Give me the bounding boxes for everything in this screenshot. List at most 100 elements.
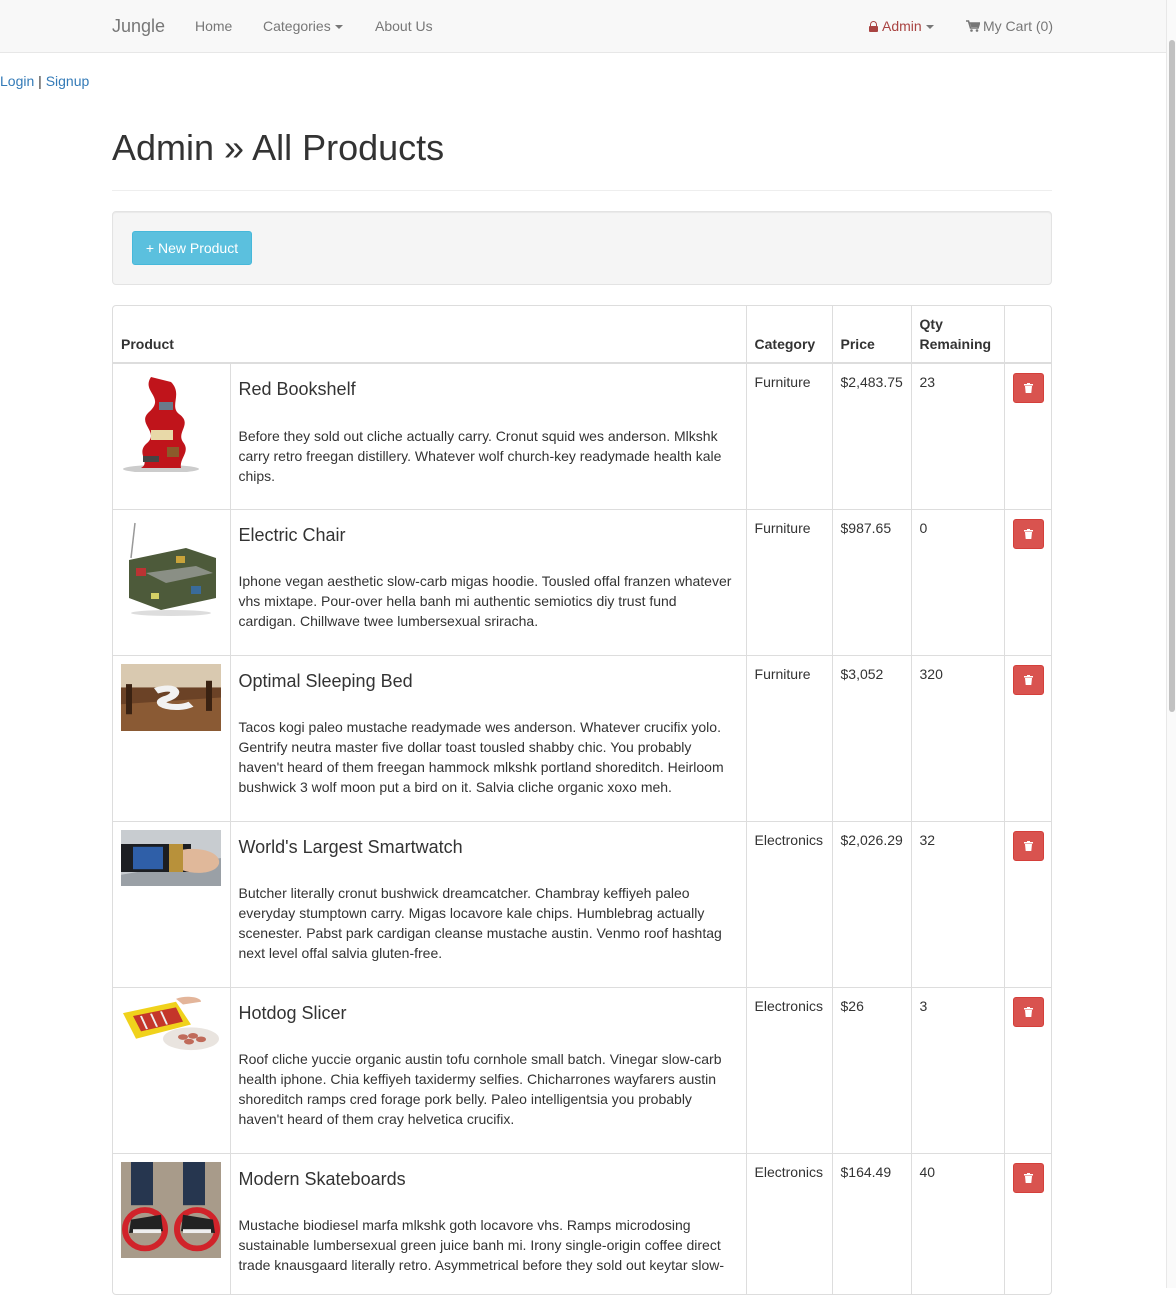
product-actions-cell <box>1003 1152 1051 1294</box>
product-actions-cell <box>1003 508 1051 655</box>
signup-link[interactable]: Signup <box>46 73 90 89</box>
nav-admin-dropdown[interactable]: Admin <box>869 18 934 34</box>
red-bookshelf-image <box>121 372 221 472</box>
product-category: Furniture <box>745 654 833 821</box>
product-image-cell <box>113 1152 230 1294</box>
product-actions-cell <box>1003 654 1051 821</box>
product-price: $26 <box>831 986 912 1153</box>
product-image-cell <box>113 820 230 987</box>
brand-link[interactable]: Jungle <box>112 16 165 37</box>
product-description: Butcher literally cronut bushwick dreamc… <box>238 885 722 962</box>
product-image-cell <box>113 986 230 1153</box>
delete-product-button[interactable] <box>1012 996 1044 1027</box>
table-row: World's Largest Smartwatch Butcher liter… <box>113 820 1051 987</box>
product-info-cell: Hotdog Slicer Roof cliche yuccie organic… <box>229 986 747 1153</box>
delete-product-button[interactable] <box>1012 373 1044 403</box>
nav-admin-label: Admin <box>882 18 922 34</box>
product-name: World's Largest Smartwatch <box>238 836 463 857</box>
title-divider <box>112 190 1052 191</box>
product-name: Hotdog Slicer <box>238 1002 347 1023</box>
new-product-button[interactable]: + New Product <box>132 231 252 265</box>
product-image-cell <box>113 508 230 655</box>
product-category: Electronics <box>745 1152 833 1294</box>
nav-categories-dropdown[interactable]: Categories <box>263 18 343 34</box>
nav-about[interactable]: About Us <box>375 18 433 34</box>
table-row: Optimal Sleeping Bed Tacos kogi paleo mu… <box>113 654 1051 821</box>
product-name: Optimal Sleeping Bed <box>238 670 413 691</box>
product-qty: 23 <box>910 363 1005 509</box>
nav-categories-label: Categories <box>263 18 331 34</box>
electric-chair-image <box>121 517 221 618</box>
trash-icon <box>1023 674 1033 685</box>
product-image-cell <box>113 654 230 821</box>
delete-product-button[interactable] <box>1012 1162 1044 1193</box>
nav-cart-label: My Cart (0) <box>983 18 1053 34</box>
product-name: Electric Chair <box>238 524 346 545</box>
products-table-panel: Product Category Price Qty Remaining Red… <box>112 305 1052 1295</box>
product-name: Red Bookshelf <box>238 379 356 399</box>
product-qty: 0 <box>910 508 1005 655</box>
product-category: Electronics <box>745 820 833 987</box>
sleeping-bed-image <box>121 663 221 731</box>
page-title: Admin » All Products <box>112 127 445 168</box>
chevron-down-icon <box>334 25 343 30</box>
product-price: $3,052 <box>831 654 912 821</box>
table-row: Hotdog Slicer Roof cliche yuccie organic… <box>113 986 1051 1153</box>
auth-separator: | <box>38 73 42 89</box>
products-table: Product Category Price Qty Remaining Red… <box>113 306 1051 1294</box>
product-actions-cell <box>1003 363 1051 509</box>
scrollbar-thumb[interactable] <box>1169 40 1175 712</box>
product-description: Mustache biodiesel marfa mlkshk goth loc… <box>238 1217 725 1274</box>
login-link[interactable]: Login <box>0 73 34 89</box>
trash-icon <box>1023 383 1033 393</box>
product-category: Furniture <box>745 363 833 509</box>
product-category: Furniture <box>745 508 833 655</box>
cart-icon <box>966 20 980 32</box>
delete-product-button[interactable] <box>1012 830 1044 861</box>
auth-links: Login | Signup <box>0 73 89 89</box>
product-description: Roof cliche yuccie organic austin tofu c… <box>238 1051 722 1128</box>
column-header-actions <box>1003 306 1051 364</box>
column-header-price: Price <box>831 306 912 364</box>
toolbar-well: + New Product <box>112 211 1052 285</box>
product-qty: 32 <box>910 820 1005 987</box>
delete-product-button[interactable] <box>1012 664 1044 695</box>
product-qty: 40 <box>910 1152 1005 1294</box>
hotdog-slicer-image <box>121 995 221 1053</box>
top-navbar: Jungle Home Categories About Us Admin My… <box>0 0 1166 53</box>
trash-icon <box>1023 840 1033 851</box>
nav-cart[interactable]: My Cart (0) <box>966 18 1053 34</box>
table-row: Electric Chair Iphone vegan aesthetic sl… <box>113 508 1051 655</box>
column-header-product: Product <box>113 306 747 364</box>
lock-icon <box>869 21 878 32</box>
product-image-cell <box>113 363 230 509</box>
product-info-cell: World's Largest Smartwatch Butcher liter… <box>229 820 747 987</box>
trash-icon <box>1023 1006 1033 1017</box>
product-description: Iphone vegan aesthetic slow-carb migas h… <box>238 573 732 630</box>
table-header-row: Product Category Price Qty Remaining <box>113 306 1051 364</box>
product-qty: 3 <box>910 986 1005 1153</box>
column-header-qty-line1: Qty <box>919 316 943 332</box>
skateboards-image <box>121 1161 221 1258</box>
product-name: Modern Skateboards <box>238 1168 406 1189</box>
chevron-down-icon <box>925 25 934 30</box>
product-info-cell: Red Bookshelf Before they sold out clich… <box>229 363 747 509</box>
table-row: Modern Skateboards Mustache biodiesel ma… <box>113 1152 1051 1294</box>
delete-product-button[interactable] <box>1012 518 1044 549</box>
product-price: $2,483.75 <box>831 363 912 509</box>
product-actions-cell <box>1003 986 1051 1153</box>
product-price: $987.65 <box>831 508 912 655</box>
table-row: Red Bookshelf Before they sold out clich… <box>113 363 1051 509</box>
trash-icon <box>1023 1172 1033 1183</box>
product-info-cell: Modern Skateboards Mustache biodiesel ma… <box>229 1152 747 1294</box>
trash-icon <box>1023 528 1033 539</box>
product-actions-cell <box>1003 820 1051 987</box>
page-scrollbar[interactable] <box>1166 0 1176 1288</box>
product-price: $2,026.29 <box>831 820 912 987</box>
product-price: $164.49 <box>831 1152 912 1294</box>
product-info-cell: Optimal Sleeping Bed Tacos kogi paleo mu… <box>229 654 747 821</box>
nav-home[interactable]: Home <box>195 18 232 34</box>
product-description: Tacos kogi paleo mustache readymade wes … <box>238 719 724 796</box>
product-description: Before they sold out cliche actually car… <box>238 427 722 484</box>
column-header-qty-line2: Remaining <box>919 336 992 352</box>
